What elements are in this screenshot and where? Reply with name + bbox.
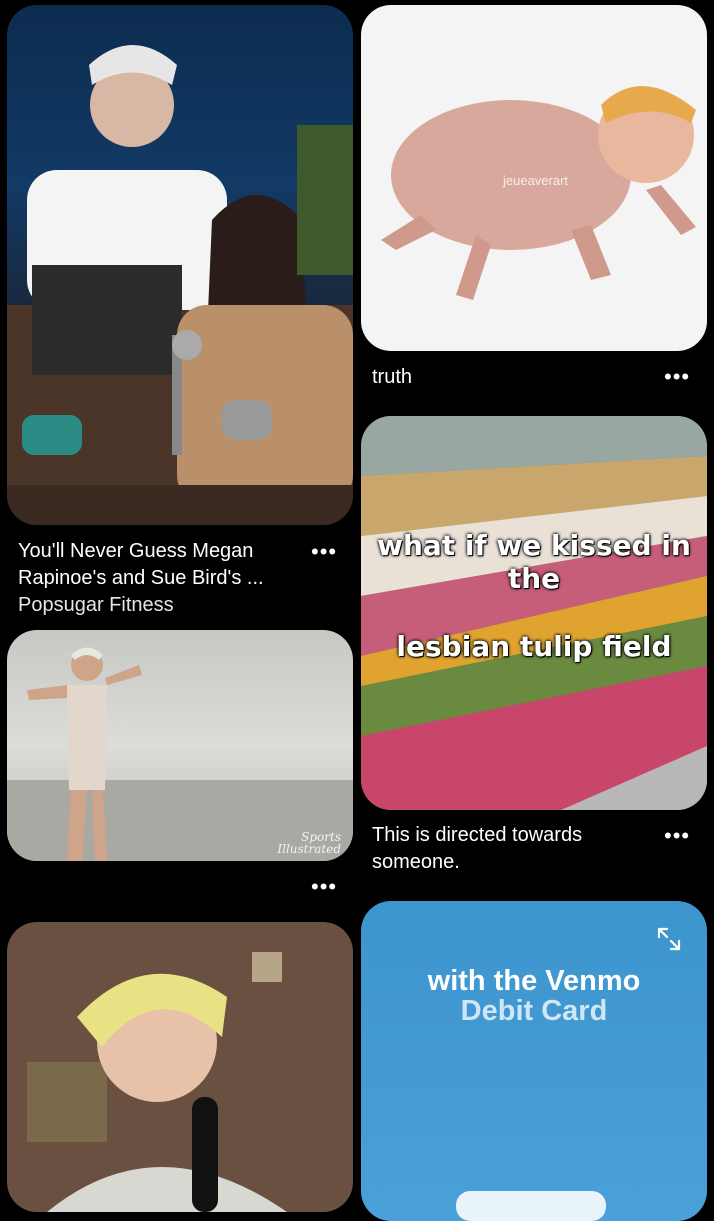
watermark-line: Illustrated	[277, 842, 341, 856]
pin-image-beach[interactable]: Sports Illustrated	[7, 630, 353, 861]
pin-image-microphone[interactable]	[7, 922, 353, 1212]
pin-title-line: You'll Never Guess Megan	[18, 540, 254, 562]
pin-title[interactable]: You'll Never Guess Megan Rapinoe's and S…	[18, 538, 264, 619]
photo-woman-in-water	[7, 647, 353, 861]
pin-title-line: someone.	[372, 851, 460, 873]
card-preview	[456, 1191, 606, 1221]
pin-image-rat[interactable]: jeueaverart	[361, 5, 707, 351]
pin-title[interactable]: This is directed towards someone.	[372, 822, 582, 876]
photo-tulip-fields	[361, 416, 707, 810]
pin-title-line: This is directed towards	[372, 824, 583, 846]
pin-source: Popsugar Fitness	[18, 594, 174, 616]
meme-text: lesbian tulip field	[361, 630, 707, 663]
photo-woman-with-microphone	[27, 952, 287, 1212]
meme-text-line: lesbian tulip field	[396, 630, 672, 663]
pin-ad-venmo[interactable]: with the Venmo Debit Card	[361, 901, 707, 1221]
pin-image-rapinoe-bird[interactable]	[7, 5, 353, 525]
more-options-button[interactable]: •••	[664, 825, 690, 847]
pin-title[interactable]: truth	[372, 364, 412, 391]
watermark: jeueaverart	[503, 173, 569, 188]
more-options-button[interactable]: •••	[311, 541, 337, 563]
more-options-button[interactable]: •••	[664, 366, 690, 388]
pin-title-line: Rapinoe's and Sue Bird's ...	[18, 567, 264, 589]
photo-two-women	[7, 45, 353, 525]
watermark: Sports Illustrated	[277, 831, 341, 855]
ad-headline: with the Venmo	[427, 965, 641, 997]
pin-image-tulip-field[interactable]: what if we kissed in the lesbian tulip f…	[361, 416, 707, 810]
meme-text-line: what if we kissed in the	[377, 529, 691, 595]
meme-text: what if we kissed in the	[361, 529, 707, 595]
more-options-button[interactable]: •••	[311, 876, 337, 898]
ad-subline: Debit Card	[460, 995, 608, 1027]
expand-icon[interactable]	[655, 925, 683, 953]
